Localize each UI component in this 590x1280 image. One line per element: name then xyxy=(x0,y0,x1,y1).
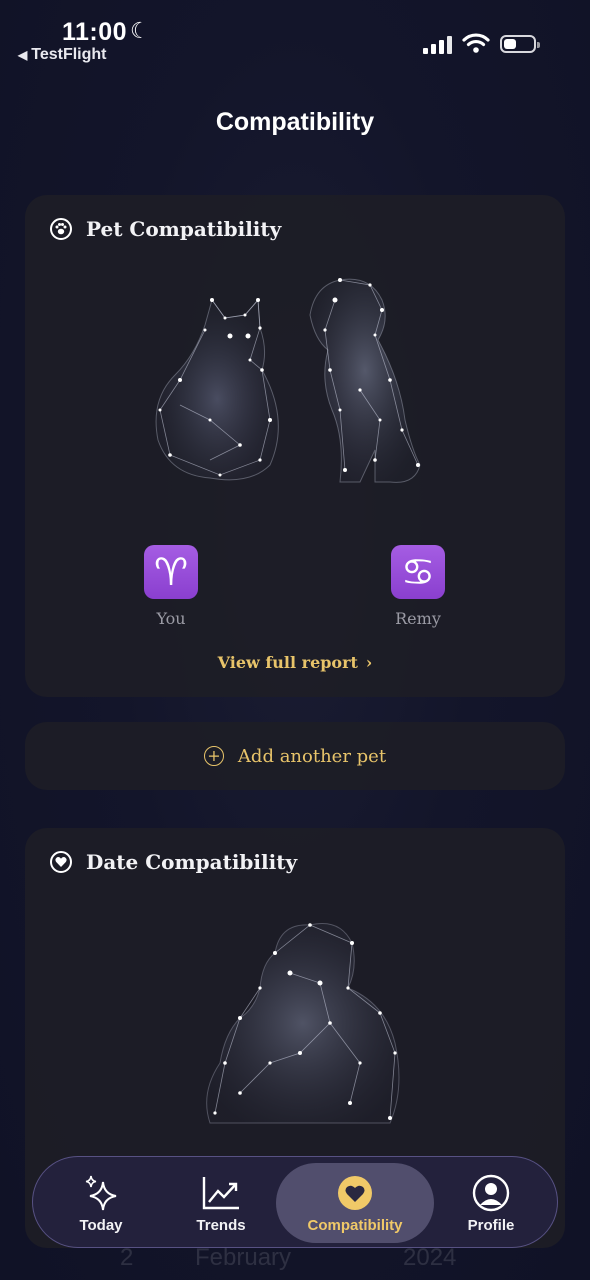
back-triangle-icon: ◀ xyxy=(18,48,28,62)
status-bar: 11:00 ☾ ◀ TestFlight xyxy=(0,0,590,80)
trend-chart-icon xyxy=(201,1173,241,1213)
tab-profile[interactable]: Profile xyxy=(443,1163,539,1243)
status-time: 11:00 xyxy=(62,18,128,46)
view-full-report-link[interactable]: View full report › xyxy=(25,653,565,672)
tab-profile-label: Profile xyxy=(467,1216,515,1234)
couple-constellation-illustration xyxy=(206,923,400,1124)
cancer-sign-icon: ♋ xyxy=(391,545,445,599)
tab-trends-label: Trends xyxy=(196,1216,246,1234)
paw-icon xyxy=(50,218,72,240)
calendar-month: February xyxy=(195,1244,292,1271)
add-pet-label: Add another pet xyxy=(237,745,387,767)
back-app-label: TestFlight xyxy=(31,46,107,63)
person-icon xyxy=(472,1173,510,1213)
pet-sign-label: Remy xyxy=(395,609,441,628)
moon-icon: ☾ xyxy=(130,18,150,43)
wifi-icon xyxy=(462,33,490,53)
tab-trends[interactable]: Trends xyxy=(173,1163,269,1243)
tab-today-label: Today xyxy=(79,1216,123,1234)
user-sign-label: You xyxy=(156,609,186,628)
add-another-pet-button[interactable]: + Add another pet xyxy=(25,722,565,790)
heart-outline-icon xyxy=(50,851,72,873)
tab-compatibility[interactable]: Compatibility xyxy=(276,1163,434,1243)
tab-bar: Today Trends Compatibility Profile xyxy=(32,1156,558,1248)
date-card-header: Date Compatibility xyxy=(50,850,297,874)
calendar-year: 2024 xyxy=(403,1244,457,1271)
tab-compatibility-label: Compatibility xyxy=(307,1216,403,1234)
calendar-day: 2 xyxy=(120,1244,134,1271)
page-title: Compatibility xyxy=(215,108,375,136)
back-to-app-link[interactable]: ◀ TestFlight xyxy=(18,46,106,64)
pet-card-header: Pet Compatibility xyxy=(50,217,281,241)
date-card-title: Date Compatibility xyxy=(86,850,298,874)
pet-card-title: Pet Compatibility xyxy=(86,217,282,241)
sparkles-icon xyxy=(83,1173,119,1213)
aries-sign-icon: ♈ xyxy=(144,545,198,599)
chevron-right-icon: › xyxy=(365,653,373,672)
plus-circle-icon: + xyxy=(203,746,224,766)
report-link-label: View full report xyxy=(217,653,358,672)
pet-compatibility-card[interactable]: Pet Compatibility ♈ ♋ You Remy View full… xyxy=(25,195,565,697)
heart-icon xyxy=(336,1173,374,1213)
cat-dog-constellation-illustration xyxy=(155,278,421,483)
tab-today[interactable]: Today xyxy=(53,1163,149,1243)
cellular-signal-icon xyxy=(423,36,453,54)
battery-icon xyxy=(500,35,540,53)
